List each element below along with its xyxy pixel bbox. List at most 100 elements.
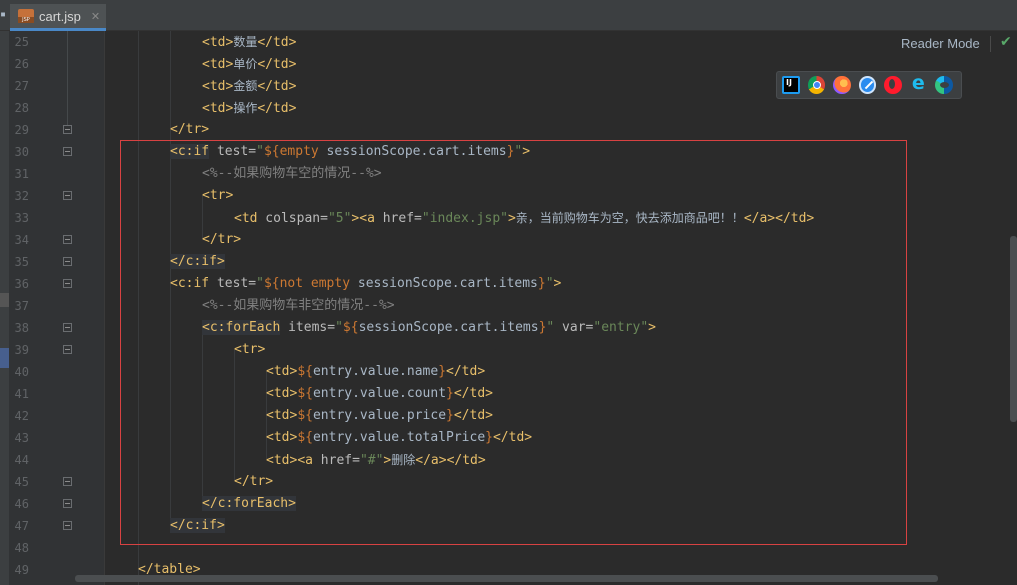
quote: "	[335, 320, 343, 335]
indent-guide	[234, 349, 235, 481]
tag: </tr>	[202, 232, 242, 247]
inspection-ok-icon[interactable]: ✔	[1000, 34, 1012, 50]
quote: "	[256, 276, 264, 291]
tag: <td>	[266, 453, 298, 468]
fold-marker[interactable]	[63, 147, 72, 156]
tag: </td>	[257, 101, 297, 116]
line-number: 30	[14, 145, 29, 159]
attribute: href=	[374, 211, 422, 226]
reader-mode-button[interactable]: Reader Mode	[901, 36, 980, 51]
code-line-26: <td>单价</td>	[202, 53, 296, 75]
tag: </td>	[257, 79, 297, 94]
line-number: 38	[14, 321, 29, 335]
code-line-46: </c:forEach>	[202, 493, 296, 515]
chrome-icon[interactable]	[807, 76, 826, 94]
el-brace: ${	[297, 430, 313, 445]
code-line-44: <td><a href="#">删除</a></td>	[266, 449, 486, 471]
attribute: test=	[209, 144, 257, 159]
code-editor[interactable]: <td>数量</td> <td>单价</td> <td>金额</td> <td>…	[106, 31, 1017, 585]
line-number: 49	[14, 563, 29, 577]
fold-marker[interactable]	[63, 477, 72, 486]
tag: </tr>	[170, 122, 210, 137]
line-number: 48	[14, 541, 29, 555]
intellij-icon[interactable]	[782, 76, 800, 94]
code-line-28: <td>操作</td>	[202, 97, 296, 119]
line-number: 27	[14, 79, 29, 93]
code-line-38: <c:forEach items="${sessionScope.cart.it…	[202, 317, 656, 339]
tag: </c:if>	[170, 518, 225, 533]
code-line-27: <td>金额</td>	[202, 75, 296, 97]
tag: >	[522, 144, 531, 159]
line-number: 28	[14, 101, 29, 115]
fold-marker[interactable]	[63, 345, 72, 354]
attribute: colspan=	[257, 211, 328, 226]
browser-preview-bar	[776, 71, 962, 99]
opera-icon[interactable]	[884, 76, 902, 94]
horizontal-scrollbar[interactable]	[75, 575, 938, 582]
tag: </tr>	[234, 474, 274, 489]
tag: </td>	[453, 386, 493, 401]
fold-marker[interactable]	[63, 499, 72, 508]
tool-strip-marker	[0, 293, 9, 307]
tag: <a	[297, 453, 313, 468]
tag: </td>	[492, 430, 533, 445]
line-number: 43	[14, 431, 29, 445]
line-number: 26	[14, 57, 29, 71]
fold-marker[interactable]	[63, 257, 72, 266]
attribute: items=	[280, 320, 336, 335]
code-line-25: <td>数量</td>	[202, 31, 296, 53]
tag: <c:if	[170, 144, 210, 159]
el-brace: }	[485, 430, 493, 445]
tag: <tr>	[202, 188, 234, 203]
fold-marker[interactable]	[63, 323, 72, 332]
tag: </td>	[453, 408, 493, 423]
code-line-34: </tr>	[202, 229, 241, 251]
quote: "	[256, 144, 264, 159]
tag: <tr>	[234, 342, 266, 357]
el-keyword: not empty	[279, 276, 351, 291]
code-line-42: <td>${entry.value.price}</td>	[266, 405, 493, 427]
tag: <td>	[202, 35, 234, 50]
edge-icon[interactable]	[935, 76, 954, 94]
el-brace: ${	[297, 386, 313, 401]
el-expression: entry.value.name	[312, 364, 439, 379]
toolbar-separator	[990, 36, 991, 52]
left-tool-strip	[0, 31, 9, 585]
line-number: 31	[14, 167, 29, 181]
jsp-comment: <%--如果购物车空的情况--%>	[202, 166, 382, 181]
code-line-35: </c:if>	[170, 251, 225, 273]
el-brace: ${	[263, 144, 280, 159]
ie-icon[interactable]	[910, 72, 928, 94]
safari-icon[interactable]	[858, 76, 877, 94]
el-expression: entry.value.price	[312, 408, 447, 423]
fold-marker[interactable]	[63, 279, 72, 288]
tag: </td>	[257, 35, 297, 50]
tag: <td	[234, 211, 258, 226]
attribute-value: "index.jsp"	[421, 211, 508, 226]
line-number: 25	[14, 35, 29, 49]
fold-marker[interactable]	[63, 125, 72, 134]
line-number: 36	[14, 277, 29, 291]
jsp-comment: <%--如果购物车非空的情况--%>	[202, 298, 395, 313]
fold-marker[interactable]	[63, 191, 72, 200]
cell-text: 金额	[233, 79, 258, 93]
line-number: 40	[14, 365, 29, 379]
line-number: 42	[14, 409, 29, 423]
el-brace: }	[438, 364, 447, 379]
quote: "	[545, 276, 554, 291]
fold-marker[interactable]	[63, 235, 72, 244]
tab-overflow-marker[interactable]: ▪	[0, 10, 6, 20]
vertical-scrollbar[interactable]	[1010, 236, 1017, 422]
tag: <td>	[266, 408, 298, 423]
line-number: 29	[14, 123, 29, 137]
fold-marker[interactable]	[63, 521, 72, 530]
line-number: 39	[14, 343, 29, 357]
el-expression: entry.value.totalPrice	[312, 430, 486, 445]
el-expression: sessionScope.cart.items	[358, 320, 539, 335]
firefox-icon[interactable]	[833, 76, 851, 94]
close-icon[interactable]: ✕	[91, 10, 100, 23]
tag: <c:forEach	[202, 320, 281, 335]
tab-cart-jsp[interactable]: JSP cart.jsp ✕	[10, 4, 106, 31]
line-number: 47	[14, 519, 29, 533]
el-brace: ${	[263, 276, 280, 291]
